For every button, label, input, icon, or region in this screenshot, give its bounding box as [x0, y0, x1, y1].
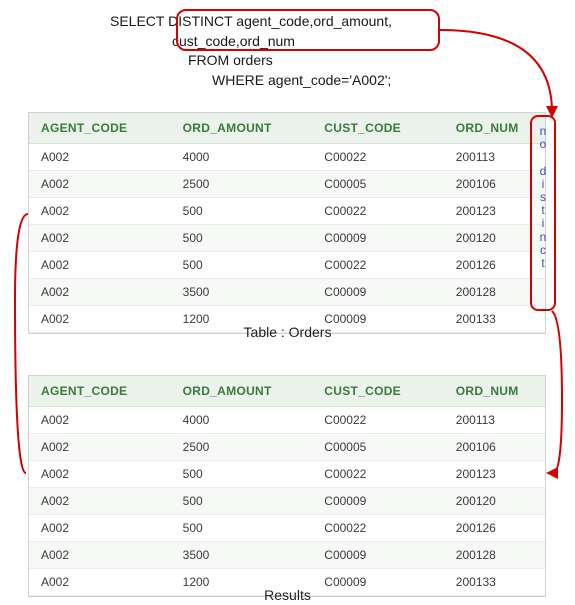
orders-table-caption: Table : Orders [0, 324, 575, 340]
column-header-agent-code: AGENT_CODE [29, 376, 171, 407]
column-header-ord-num: ORD_NUM [444, 376, 545, 407]
cell-cust-code: C00022 [312, 461, 444, 488]
results-table-body: A002 4000 C00022 200113 A002 2500 C00005… [29, 407, 545, 596]
results-table: AGENT_CODE ORD_AMOUNT CUST_CODE ORD_NUM … [28, 375, 546, 597]
arrow-head-icon [546, 467, 558, 479]
orders-table-body: A002 4000 C00022 200113 A002 2500 C00005… [29, 144, 545, 333]
cell-agent-code: A002 [29, 225, 171, 252]
cell-ord-amount: 500 [171, 488, 313, 515]
cell-agent-code: A002 [29, 171, 171, 198]
cell-ord-num: 200126 [444, 515, 545, 542]
cell-ord-amount: 4000 [171, 144, 313, 171]
table-row: A002 500 C00022 200126 [29, 515, 545, 542]
column-header-agent-code: AGENT_CODE [29, 113, 171, 144]
table-row: A002 500 C00022 200123 [29, 461, 545, 488]
cell-cust-code: C00009 [312, 279, 444, 306]
no-distinct-annotation-text: no distinct [532, 125, 554, 270]
cell-agent-code: A002 [29, 434, 171, 461]
table-row: A002 2500 C00005 200106 [29, 171, 545, 198]
table-row: A002 500 C00022 200123 [29, 198, 545, 225]
cell-cust-code: C00005 [312, 171, 444, 198]
table-row: A002 3500 C00009 200128 [29, 542, 545, 569]
cell-ord-amount: 4000 [171, 407, 313, 434]
cell-ord-amount: 3500 [171, 279, 313, 306]
column-header-ord-amount: ORD_AMOUNT [171, 113, 313, 144]
cell-agent-code: A002 [29, 515, 171, 542]
column-header-ord-amount: ORD_AMOUNT [171, 376, 313, 407]
table-row: A002 2500 C00005 200106 [29, 434, 545, 461]
cell-ord-amount: 2500 [171, 434, 313, 461]
cell-ord-num: 200106 [444, 434, 545, 461]
column-header-cust-code: CUST_CODE [312, 376, 444, 407]
cell-ord-amount: 2500 [171, 171, 313, 198]
cell-cust-code: C00009 [312, 225, 444, 252]
cell-agent-code: A002 [29, 542, 171, 569]
cell-cust-code: C00022 [312, 144, 444, 171]
sql-from-clause: FROM orders [188, 51, 392, 71]
table-row: A002 500 C00009 200120 [29, 488, 545, 515]
table-row: A002 500 C00022 200126 [29, 252, 545, 279]
no-distinct-annotation-box: no distinct [530, 115, 556, 311]
cell-agent-code: A002 [29, 279, 171, 306]
results-table-caption: Results [0, 587, 575, 603]
cell-agent-code: A002 [29, 198, 171, 225]
cell-ord-amount: 500 [171, 225, 313, 252]
sql-distinct-fields-line1: DISTINCT agent_code,ord_amount, [168, 13, 392, 29]
arrow-orders-to-results-left [15, 214, 28, 473]
table-row: A002 3500 C00009 200128 [29, 279, 545, 306]
sql-statement: SELECT DISTINCT agent_code,ord_amount, c… [110, 12, 392, 90]
cell-agent-code: A002 [29, 252, 171, 279]
cell-cust-code: C00009 [312, 488, 444, 515]
sql-select-keyword: SELECT [110, 13, 164, 29]
sql-distinct-fields-line2: cust_code,ord_num [172, 33, 295, 49]
cell-ord-amount: 500 [171, 515, 313, 542]
cell-agent-code: A002 [29, 461, 171, 488]
cell-ord-amount: 500 [171, 252, 313, 279]
cell-ord-num: 200123 [444, 461, 545, 488]
table-row: A002 500 C00009 200120 [29, 225, 545, 252]
cell-cust-code: C00022 [312, 515, 444, 542]
cell-cust-code: C00005 [312, 434, 444, 461]
table-header-row: AGENT_CODE ORD_AMOUNT CUST_CODE ORD_NUM [29, 113, 545, 144]
cell-ord-amount: 3500 [171, 542, 313, 569]
cell-cust-code: C00009 [312, 542, 444, 569]
cell-cust-code: C00022 [312, 252, 444, 279]
cell-cust-code: C00022 [312, 407, 444, 434]
sql-where-clause: WHERE agent_code='A002'; [212, 71, 392, 91]
cell-agent-code: A002 [29, 144, 171, 171]
orders-table: AGENT_CODE ORD_AMOUNT CUST_CODE ORD_NUM … [28, 112, 546, 334]
table-header-row: AGENT_CODE ORD_AMOUNT CUST_CODE ORD_NUM [29, 376, 545, 407]
cell-ord-amount: 500 [171, 461, 313, 488]
cell-ord-amount: 500 [171, 198, 313, 225]
table-row: A002 4000 C00022 200113 [29, 407, 545, 434]
column-header-cust-code: CUST_CODE [312, 113, 444, 144]
cell-ord-num: 200128 [444, 542, 545, 569]
cell-ord-num: 200120 [444, 488, 545, 515]
arrow-distinct-to-table [440, 30, 552, 112]
cell-cust-code: C00022 [312, 198, 444, 225]
cell-agent-code: A002 [29, 488, 171, 515]
cell-agent-code: A002 [29, 407, 171, 434]
table-row: A002 4000 C00022 200113 [29, 144, 545, 171]
cell-ord-num: 200113 [444, 407, 545, 434]
